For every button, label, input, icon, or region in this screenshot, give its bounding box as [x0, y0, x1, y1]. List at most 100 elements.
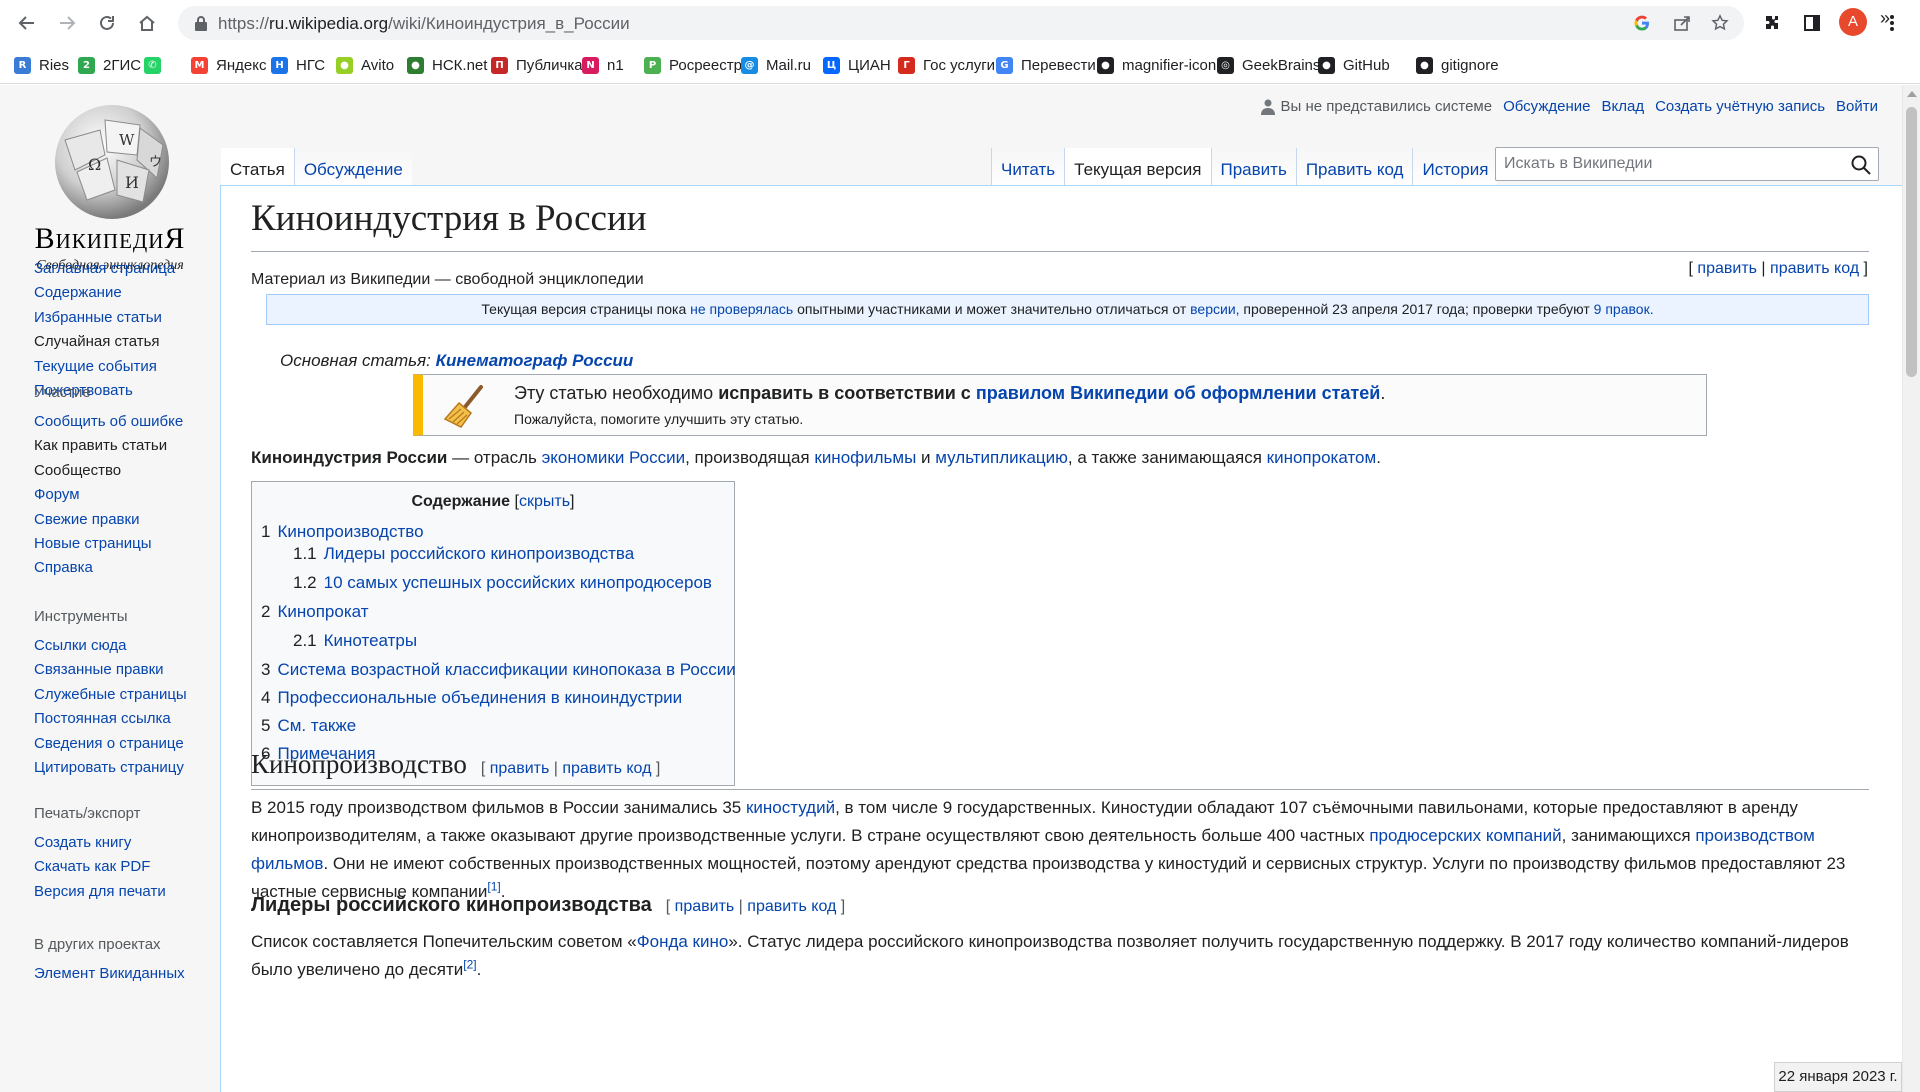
reference-link[interactable]: [2] — [463, 957, 476, 971]
toc-link[interactable]: Лидеры российского кинопроизводства — [324, 544, 635, 563]
edit-link[interactable]: править — [1697, 260, 1757, 277]
toc-link[interactable]: Кинопрокат — [277, 602, 368, 621]
create-account-link[interactable]: Создать учётную запись — [1655, 98, 1825, 115]
unreviewed-link[interactable]: не проверялась — [690, 301, 793, 317]
page-scrollbar[interactable] — [1902, 85, 1920, 1092]
bookmark-item[interactable]: Ц ЦИАН — [823, 52, 891, 78]
sidebar-item[interactable]: Элемент Викиданных — [34, 965, 185, 982]
sidebar-item[interactable]: Связанные правки — [34, 661, 164, 678]
bookmark-item[interactable]: @ Mail.ru — [741, 52, 811, 78]
sidebar-nav-item[interactable]: Избранные статьи — [34, 309, 162, 326]
film-distribution-link[interactable]: кинопрокатом — [1267, 448, 1377, 467]
toc-entry[interactable]: 5 См. также — [261, 716, 356, 736]
toc-toggle-link[interactable]: скрыть — [519, 493, 570, 510]
main-article-link[interactable]: Кинематограф России — [436, 351, 634, 370]
bookmark-item[interactable]: ● GitHub — [1318, 52, 1390, 78]
economy-link[interactable]: экономики России — [542, 448, 685, 467]
sidebar-item[interactable]: Постоянная ссылка — [34, 710, 171, 727]
section-edit-link[interactable]: править — [490, 760, 550, 777]
reload-button[interactable] — [90, 6, 124, 40]
sidebar-item[interactable]: Новые страницы — [34, 535, 152, 552]
bookmark-item[interactable]: Nn1 — [582, 52, 624, 78]
home-button[interactable] — [130, 6, 164, 40]
share-icon[interactable] — [1670, 11, 1694, 35]
personal-contributions-link[interactable]: Вклад — [1601, 98, 1644, 115]
style-guide-link[interactable]: правилом Википедии об оформлении статей — [976, 383, 1381, 403]
search-input[interactable] — [1496, 148, 1836, 180]
toc-entry[interactable]: 2 Кинопрокат — [261, 602, 369, 622]
wikipedia-logo[interactable]: Ω W И ウ ВикипедиЯ Свободная энциклопедия — [20, 100, 200, 273]
bookmark-item[interactable]: ◎ GeekBrains — [1217, 52, 1320, 78]
reference-link[interactable]: [1] — [487, 879, 500, 893]
extensions-icon[interactable] — [1758, 9, 1786, 37]
sidebar-item[interactable]: Цитировать страницу — [34, 759, 184, 776]
bookmark-item[interactable]: M Яндекс — [191, 52, 266, 78]
sidebar-item[interactable]: Сообщество — [34, 462, 121, 479]
bookmark-item[interactable]: Р Росреестр — [644, 52, 742, 78]
sidebar-item[interactable]: Как править статьи — [34, 437, 167, 454]
bookmark-item[interactable]: G Перевести — [996, 52, 1096, 78]
tab-talk[interactable]: Обсуждение — [293, 148, 412, 188]
toc-link[interactable]: Кинопроизводство — [277, 522, 423, 541]
tab-current-version[interactable]: Текущая версия — [1064, 148, 1211, 188]
bookmark-item[interactable]: R Ries — [14, 52, 69, 78]
subsection-edit-link[interactable]: править — [675, 898, 735, 915]
sidebar-item[interactable]: Ссылки сюда — [34, 637, 127, 654]
sidebar-item[interactable]: Скачать как PDF — [34, 858, 150, 875]
toc-entry[interactable]: 4 Профессиональные объединения в киноинду… — [261, 688, 682, 708]
scrollbar-thumb[interactable] — [1906, 107, 1917, 377]
toc-link[interactable]: Кинотеатры — [324, 631, 417, 650]
film-fund-link[interactable]: Фонда кино — [637, 932, 729, 951]
toc-link[interactable]: Профессиональные объединения в киноиндус… — [277, 688, 682, 707]
bookmark-item[interactable]: 2 2ГИС — [78, 52, 141, 78]
sidebar-item[interactable]: Служебные страницы — [34, 686, 187, 703]
films-link[interactable]: кинофильмы — [814, 448, 916, 467]
bookmark-item[interactable]: П Публичка — [491, 52, 583, 78]
sidebar-item[interactable]: Сообщить об ошибке — [34, 413, 183, 430]
side-panel-icon[interactable] — [1798, 9, 1826, 37]
toc-entry[interactable]: 2.1 Кинотеатры — [293, 631, 417, 651]
sidebar-nav-item[interactable]: Заглавная страница — [34, 260, 175, 277]
sidebar-item[interactable]: Свежие правки — [34, 511, 139, 528]
section-edit-code-link[interactable]: править код — [562, 760, 651, 777]
subsection-edit-code-link[interactable]: править код — [747, 898, 836, 915]
animation-link[interactable]: мультипликацию — [935, 448, 1068, 467]
bookmark-item[interactable]: ● magnifier-icon — [1097, 52, 1216, 78]
sidebar-nav-item[interactable]: Содержание — [34, 284, 122, 301]
profile-avatar[interactable]: A — [1839, 8, 1867, 36]
toc-link[interactable]: 10 самых успешных российских кинопродюсе… — [324, 573, 712, 592]
sidebar-nav-item[interactable]: Случайная статья — [34, 333, 160, 350]
sidebar-nav-item[interactable]: Текущие события — [34, 358, 157, 375]
forward-button[interactable] — [50, 6, 84, 40]
bookmarks-more-button[interactable]: » — [1880, 8, 1890, 29]
toc-link[interactable]: Система возрастной классификации кинопок… — [277, 660, 735, 679]
bookmark-item[interactable]: Г Гос услуги — [898, 52, 995, 78]
address-bar[interactable]: https://ru.wikipedia.org/wiki/Киноиндуст… — [178, 6, 1744, 40]
sidebar-item[interactable]: Версия для печати — [34, 883, 166, 900]
bookmark-item[interactable]: ● НСК.net — [407, 52, 487, 78]
sidebar-item[interactable]: Создать книгу — [34, 834, 131, 851]
toc-entry[interactable]: 1 Кинопроизводство — [261, 522, 424, 542]
edit-code-link[interactable]: править код — [1770, 260, 1859, 277]
toc-entry[interactable]: 3 Система возрастной классификации кинопо… — [261, 660, 736, 680]
sidebar-item[interactable]: Форум — [34, 486, 80, 503]
sidebar-item[interactable]: Сведения о странице — [34, 735, 184, 752]
bookmark-star-icon[interactable] — [1708, 11, 1732, 35]
sidebar-item[interactable]: Справка — [34, 559, 93, 576]
tab-edit-source[interactable]: Править код — [1295, 148, 1413, 188]
version-link[interactable]: версии, — [1190, 301, 1239, 317]
back-button[interactable] — [10, 6, 44, 40]
bookmark-item[interactable]: ✆ — [144, 52, 169, 78]
personal-talk-link[interactable]: Обсуждение — [1503, 98, 1590, 115]
bookmark-item[interactable]: ● Avito — [336, 52, 394, 78]
bookmark-item[interactable]: ● gitignore — [1416, 52, 1499, 78]
bookmark-item[interactable]: Н НГС — [271, 52, 325, 78]
login-link[interactable]: Войти — [1836, 98, 1878, 115]
film-studios-link[interactable]: киностудий — [746, 798, 835, 817]
google-lens-icon[interactable] — [1630, 11, 1654, 35]
tab-edit[interactable]: Править — [1210, 148, 1296, 188]
pending-edits-link[interactable]: 9 правок. — [1594, 301, 1654, 317]
toc-link[interactable]: См. также — [277, 716, 356, 735]
toc-entry[interactable]: 1.2 10 самых успешных российских кинопрод… — [293, 573, 712, 593]
search-icon[interactable] — [1850, 154, 1872, 176]
